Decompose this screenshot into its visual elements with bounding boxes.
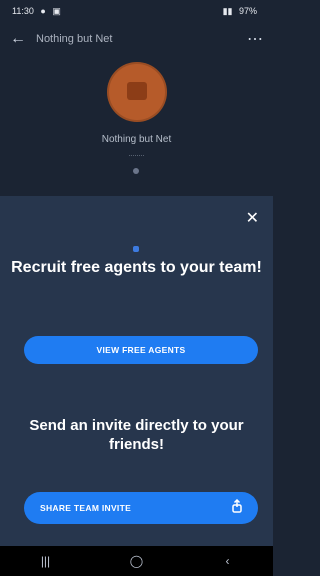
more-options-icon[interactable]: ⋯ [247,29,263,49]
team-logo [127,82,147,100]
back-icon[interactable]: ‹ [208,554,248,568]
back-arrow-icon[interactable]: ← [0,30,36,48]
share-team-invite-label: SHARE TEAM INVITE [40,503,132,513]
team-subtitle: ........ [128,151,145,158]
battery-percent: 97% [238,5,257,16]
invite-heading: Send an invite directly to your friends! [29,417,244,453]
app-bar: ← Nothing but Net ⋯ [0,22,273,56]
share-icon [232,499,242,513]
team-name: Nothing but Net [101,134,172,145]
recruit-heading: Recruit free agents to your team! [11,259,262,276]
status-right: ▮▮ 97% [223,6,261,17]
bottom-sheet: ✕ Recruit free agents to your team! VIEW… [0,196,273,546]
view-free-agents-button[interactable]: VIEW FREE AGENTS [24,336,258,364]
app-bar-title: Nothing but Net [36,33,113,45]
team-avatar [107,62,167,122]
share-team-invite-button[interactable]: SHARE TEAM INVITE [24,492,258,524]
recent-apps-icon[interactable]: ||| [26,554,66,568]
team-header: Nothing but Net ........ [0,56,273,196]
view-free-agents-label: VIEW FREE AGENTS [96,345,186,355]
image-icon: ▣ [52,5,61,16]
status-bar: 11:30 ● ▣ ▮▮ 97% [0,0,273,22]
status-left: 11:30 ● ▣ [12,6,65,17]
home-icon[interactable]: ◯ [117,554,157,568]
close-icon[interactable]: ✕ [246,208,259,228]
notification-dot-icon: ● [40,5,46,16]
system-nav-bar: ||| ◯ ‹ [0,546,273,576]
raised-hand-icon [133,246,139,252]
indicator-dot [133,168,139,174]
status-time: 11:30 [12,5,34,16]
signal-icon: ▮▮ [222,5,233,16]
